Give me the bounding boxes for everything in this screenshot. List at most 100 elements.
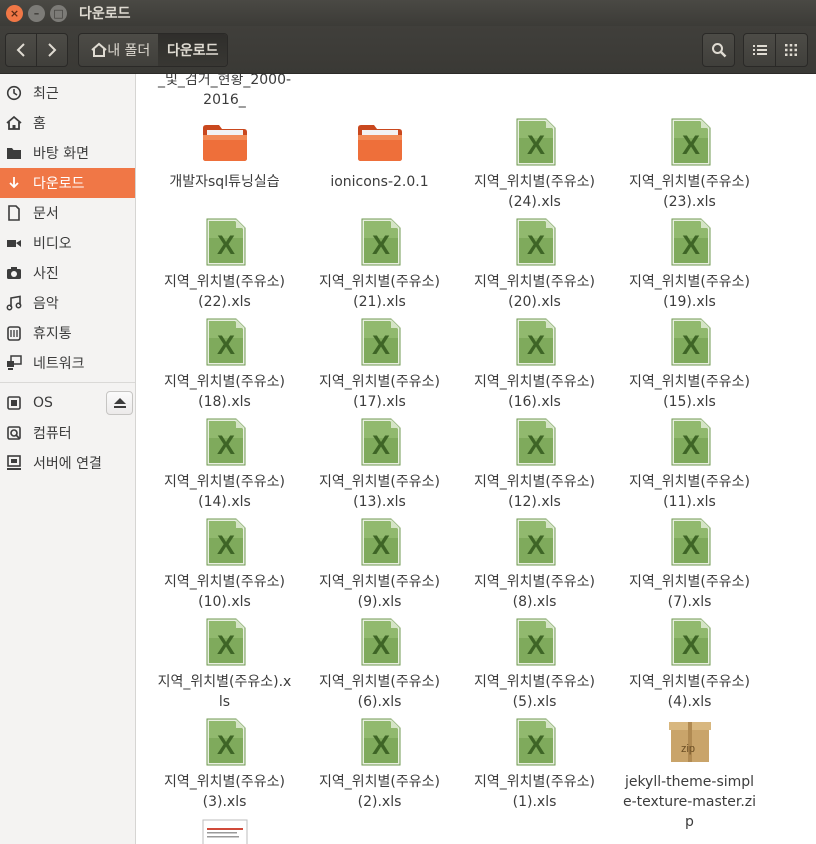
svg-text:X: X bbox=[216, 530, 234, 560]
drive-icon bbox=[6, 395, 22, 411]
sidebar-item-connect-server[interactable]: 서버에 연결 bbox=[0, 448, 135, 478]
forward-button[interactable] bbox=[37, 34, 67, 66]
document-thumbnail-icon bbox=[201, 818, 249, 844]
file-item[interactable]: X 지역_위치별(주유소)(24).xls bbox=[467, 118, 602, 212]
sidebar-item-downloads[interactable]: 다운로드 bbox=[0, 168, 135, 198]
file-name-label: 지역_위치별(주유소)(11).xls bbox=[629, 474, 750, 510]
trash-icon bbox=[6, 325, 22, 341]
file-item[interactable]: X 지역_위치별(주유소)(23).xls bbox=[622, 118, 757, 212]
svg-text:X: X bbox=[216, 330, 234, 360]
excel-file-icon: X bbox=[201, 518, 249, 566]
excel-file-icon: X bbox=[356, 318, 404, 366]
excel-file-icon: X bbox=[356, 418, 404, 466]
sidebar-item-recent[interactable]: 최근 bbox=[0, 78, 135, 108]
window-title: 다운로드 bbox=[79, 6, 131, 22]
maximize-window-button[interactable]: □ bbox=[50, 4, 67, 22]
file-item[interactable]: X 지역_위치별(주유소)(6).xls bbox=[312, 618, 447, 712]
list-view-button[interactable] bbox=[744, 34, 775, 66]
file-item[interactable]: X 지역_위치별(주유소)(4).xls bbox=[622, 618, 757, 712]
minimize-window-button[interactable]: – bbox=[28, 4, 45, 22]
sidebar-item-music[interactable]: 음악 bbox=[0, 288, 135, 318]
file-name-label: 지역_위치별(주유소)(24).xls bbox=[474, 174, 595, 210]
file-item[interactable]: X 지역_위치별(주유소)(17).xls bbox=[312, 318, 447, 412]
home-icon bbox=[6, 115, 22, 131]
sidebar-item-pictures[interactable]: 사진 bbox=[0, 258, 135, 288]
sidebar-separator bbox=[0, 382, 135, 383]
list-view-icon bbox=[752, 45, 767, 55]
folder-icon bbox=[201, 118, 249, 166]
clock-icon bbox=[6, 85, 22, 101]
file-item[interactable]: X 지역_위치별(주유소)(22).xls bbox=[157, 218, 292, 312]
sidebar-item-label: 사진 bbox=[33, 266, 59, 282]
svg-text:X: X bbox=[526, 430, 544, 460]
file-item[interactable]: X 지역_위치별(주유소)(2).xls bbox=[312, 718, 447, 812]
sidebar-item-network[interactable]: 네트워크 bbox=[0, 348, 135, 378]
file-item[interactable]: X 지역_위치별(주유소)(15).xls bbox=[622, 318, 757, 412]
file-name-label: 지역_위치별(주유소)(15).xls bbox=[629, 374, 750, 410]
folder-icon bbox=[356, 118, 404, 166]
sidebar-item-label: 홈 bbox=[33, 116, 46, 132]
file-item[interactable]: X 지역_위치별(주유소)(11).xls bbox=[622, 418, 757, 512]
grid-view-button[interactable] bbox=[776, 34, 807, 66]
file-item[interactable]: X 지역_위치별(주유소)(12).xls bbox=[467, 418, 602, 512]
sidebar-item-desktop[interactable]: 바탕 화면 bbox=[0, 138, 135, 168]
excel-file-icon: X bbox=[511, 418, 559, 466]
svg-text:X: X bbox=[681, 330, 699, 360]
svg-text:X: X bbox=[526, 630, 544, 660]
file-item[interactable]: X 지역_위치별(주유소)(9).xls bbox=[312, 518, 447, 612]
file-item[interactable]: 개발자sql튜닝실습 bbox=[157, 118, 292, 192]
sidebar-item-trash[interactable]: 휴지통 bbox=[0, 318, 135, 348]
file-item[interactable] bbox=[157, 818, 292, 844]
grid-view-icon bbox=[785, 44, 798, 56]
back-button[interactable] bbox=[6, 34, 36, 66]
sidebar-item-documents[interactable]: 문서 bbox=[0, 198, 135, 228]
excel-file-icon: X bbox=[511, 218, 559, 266]
excel-file-icon: X bbox=[666, 518, 714, 566]
svg-text:X: X bbox=[371, 530, 389, 560]
excel-file-icon: X bbox=[201, 618, 249, 666]
file-item[interactable]: X 지역_위치별(주유소)(19).xls bbox=[622, 218, 757, 312]
sidebar-item-videos[interactable]: 비디오 bbox=[0, 228, 135, 258]
file-name-label: 지역_위치별(주유소)(20).xls bbox=[474, 274, 595, 310]
eject-button[interactable] bbox=[106, 391, 133, 415]
file-item[interactable]: X 지역_위치별(주유소)(14).xls bbox=[157, 418, 292, 512]
breadcrumb-home[interactable]: 내 폴더 bbox=[79, 34, 158, 66]
file-item[interactable]: X 지역_위치별(주유소).xls bbox=[157, 618, 292, 712]
file-name-label: 지역_위치별(주유소)(14).xls bbox=[164, 474, 285, 510]
file-name-label: 지역_위치별(주유소)(10).xls bbox=[164, 574, 285, 610]
eject-icon bbox=[113, 398, 126, 408]
breadcrumb-current-label: 다운로드 bbox=[166, 43, 219, 59]
file-item[interactable]: ionicons-2.0.1 bbox=[312, 118, 447, 192]
file-item[interactable]: X 지역_위치별(주유소)(10).xls bbox=[157, 518, 292, 612]
file-item[interactable]: X 지역_위치별(주유소)(5).xls bbox=[467, 618, 602, 712]
file-name-label: ionicons-2.0.1 bbox=[330, 174, 429, 190]
partial-file-label: _및_검거_현황_2000-2016_ bbox=[157, 74, 292, 108]
breadcrumb-current[interactable]: 다운로드 bbox=[158, 34, 227, 66]
document-icon bbox=[6, 205, 22, 221]
file-item[interactable]: X 지역_위치별(주유소)(1).xls bbox=[467, 718, 602, 812]
file-item[interactable]: X 지역_위치별(주유소)(13).xls bbox=[312, 418, 447, 512]
file-item[interactable]: X 지역_위치별(주유소)(21).xls bbox=[312, 218, 447, 312]
file-item[interactable]: zip jekyll-theme-simple-texture-master.zi… bbox=[622, 718, 757, 832]
svg-text:X: X bbox=[371, 630, 389, 660]
toolbar: 내 폴더 다운로드 bbox=[0, 26, 816, 74]
file-item[interactable]: X 지역_위치별(주유소)(16).xls bbox=[467, 318, 602, 412]
close-window-button[interactable]: × bbox=[6, 4, 23, 22]
file-item[interactable]: X 지역_위치별(주유소)(18).xls bbox=[157, 318, 292, 412]
file-name-label: 지역_위치별(주유소)(7).xls bbox=[629, 574, 750, 610]
file-name-label: 지역_위치별(주유소)(12).xls bbox=[474, 474, 595, 510]
svg-text:X: X bbox=[216, 430, 234, 460]
file-item[interactable]: X 지역_위치별(주유소)(8).xls bbox=[467, 518, 602, 612]
file-name-label: jekyll-theme-simple-texture-master.zip bbox=[622, 774, 757, 830]
file-item[interactable]: X 지역_위치별(주유소)(7).xls bbox=[622, 518, 757, 612]
file-name-label: 지역_위치별(주유소)(13).xls bbox=[319, 474, 440, 510]
excel-file-icon: X bbox=[201, 418, 249, 466]
search-button[interactable] bbox=[703, 34, 734, 66]
camera-icon bbox=[6, 265, 22, 281]
svg-text:X: X bbox=[371, 730, 389, 760]
breadcrumb-home-label: 내 폴더 bbox=[107, 43, 151, 59]
sidebar-item-computer[interactable]: 컴퓨터 bbox=[0, 418, 135, 448]
file-item[interactable]: X 지역_위치별(주유소)(3).xls bbox=[157, 718, 292, 812]
file-item[interactable]: X 지역_위치별(주유소)(20).xls bbox=[467, 218, 602, 312]
sidebar-item-home[interactable]: 홈 bbox=[0, 108, 135, 138]
